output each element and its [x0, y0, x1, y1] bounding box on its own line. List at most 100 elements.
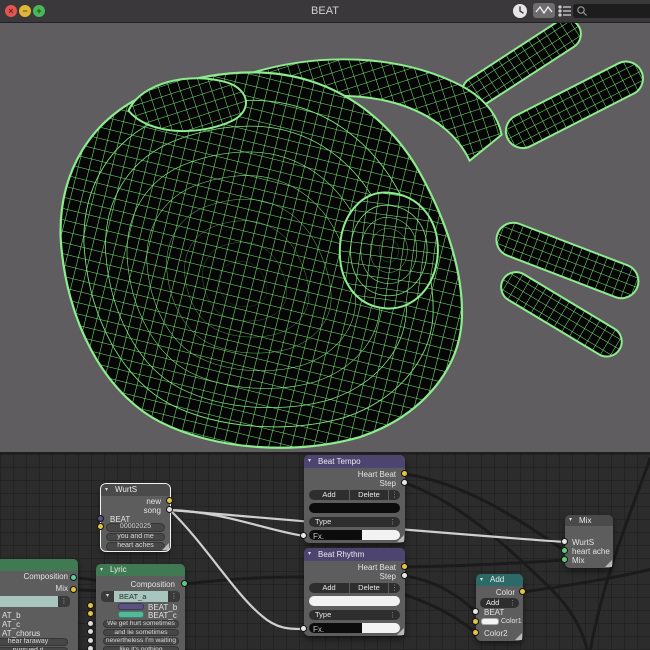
socket-lyric-beatb-in[interactable] [87, 602, 94, 609]
socket-mix-mix-in[interactable] [561, 556, 568, 563]
node-beat-tempo-header[interactable]: ▾ Beat Tempo [304, 455, 405, 468]
fx-label: Fx. [313, 532, 325, 541]
socket-tempo-fx-in[interactable] [300, 532, 307, 539]
type-dropdown[interactable]: Type [309, 517, 400, 527]
socket-rhythm-step-out[interactable] [401, 572, 408, 579]
socket-lyric-line-in[interactable] [87, 620, 94, 627]
node-wurts-header[interactable]: ▾ WurtS [101, 484, 170, 496]
input-label: BEAT [484, 608, 505, 617]
resize-grip[interactable] [515, 633, 522, 640]
output-label: Heart Beat [357, 470, 396, 479]
signal-toggle[interactable] [533, 3, 555, 18]
socket-tempo-step-out[interactable] [401, 479, 408, 486]
collapse-icon[interactable]: ▾ [105, 484, 108, 496]
output-label: Step [379, 572, 396, 581]
node-beat-rhythm[interactable]: ▾ Beat Rhythm Heart Beat Step Add Delete… [304, 548, 405, 636]
dropdown-arrow-icon: ⋮ [509, 600, 516, 607]
value-pill[interactable]: heart aches [106, 542, 165, 551]
add-button[interactable]: Add [309, 490, 349, 500]
lyric-value-pill[interactable]: and lie sometimes [103, 628, 179, 636]
socket-mix-wurts-in[interactable] [561, 538, 568, 545]
socket-lyric-beatc-in[interactable] [87, 610, 94, 617]
left-atrium [127, 77, 248, 133]
collapse-icon[interactable]: ▾ [480, 574, 483, 586]
split-bar-light[interactable] [362, 623, 400, 633]
selector-menu-icon[interactable]: ⋮ [168, 591, 180, 602]
node-wurts[interactable]: ▾ WurtS new song BEAT 00002025 you and m… [100, 483, 171, 552]
value-pill[interactable]: you and me [106, 532, 165, 541]
delete-button[interactable]: Delete [350, 490, 388, 500]
socket-left-composition-out[interactable] [70, 574, 77, 581]
socket-left-mix-out[interactable] [70, 586, 77, 593]
socket-lyric-line-in[interactable] [87, 628, 94, 635]
node-beat-tempo[interactable]: ▾ Beat Tempo Heart Beat Step Add Delete … [304, 455, 405, 543]
sequence-bar[interactable] [309, 596, 400, 606]
menu-dots-icon[interactable]: ⋮ [389, 490, 400, 500]
waveform-icon [535, 5, 553, 15]
collapse-icon[interactable]: ▾ [308, 455, 311, 468]
node-add[interactable]: ▾ Add Color Add ⋮ BEAT Color1 Color2 [476, 574, 523, 641]
lyric-selector-field[interactable]: BEAT_a [114, 591, 173, 602]
collapse-icon[interactable]: ▾ [308, 548, 311, 561]
socket-lyric-composition-out[interactable] [181, 580, 188, 587]
node-mix-header[interactable]: ▾ Mix [565, 515, 613, 526]
resize-grip[interactable] [397, 535, 404, 542]
socket-wurts-beat-in[interactable] [97, 515, 104, 522]
resize-grip[interactable] [162, 543, 169, 550]
lyric-value-pill[interactable]: nevertheless I'm waiting [103, 637, 179, 645]
socket-add-beat-in[interactable] [472, 608, 479, 615]
lyric-value-pill[interactable]: We get hurt sometimes [103, 620, 179, 628]
input-label: heart ache [572, 547, 610, 556]
socket-add-color-out[interactable] [519, 588, 526, 595]
socket-wurts-new-out[interactable] [166, 497, 173, 504]
lyric-value-pill[interactable]: like it's nothing [103, 645, 179, 650]
collapse-icon[interactable]: ▾ [100, 564, 103, 576]
output-label: Heart Beat [357, 563, 396, 572]
node-title: Lyric [110, 565, 127, 574]
menu-dots-icon[interactable]: ⋮ [389, 583, 400, 593]
add-button[interactable]: Add [309, 583, 349, 593]
wire-rhythm-step-to-add[interactable] [403, 574, 478, 614]
socket-wurts-value-in[interactable] [97, 523, 104, 530]
node-left-partial[interactable]: Composition Mix ⋮ AT_b AT_c AT_chorus he… [0, 559, 78, 650]
node-add-header[interactable]: ▾ Add [476, 574, 523, 586]
node-mix[interactable]: ▾ Mix WurtS heart ache Mix [565, 515, 613, 568]
socket-tempo-heartbeat-out[interactable] [401, 470, 408, 477]
resize-grip[interactable] [397, 628, 404, 635]
delete-button[interactable]: Delete [350, 583, 388, 593]
node-editor[interactable]: Composition Mix ⋮ AT_b AT_c AT_chorus he… [0, 452, 650, 650]
socket-rhythm-heartbeat-out[interactable] [401, 563, 408, 570]
node-title: Add [490, 575, 505, 584]
socket-mix-heartache-in[interactable] [561, 547, 568, 554]
node-beat-rhythm-header[interactable]: ▾ Beat Rhythm [304, 548, 405, 561]
socket-rhythm-fx-in[interactable] [300, 625, 307, 632]
selector-menu-icon[interactable]: ⋮ [58, 596, 70, 607]
viewport-3d[interactable] [0, 23, 650, 452]
wire-rhythm-heartbeat-to-mix[interactable] [403, 558, 567, 569]
list-icon[interactable] [558, 3, 572, 19]
lyric-selector-field[interactable] [0, 596, 61, 607]
input-label: WurtS [572, 538, 595, 547]
output-label: new [146, 497, 161, 506]
type-dropdown[interactable]: Type [309, 610, 400, 620]
sequence-bar[interactable] [309, 503, 400, 513]
node-left-header[interactable] [0, 559, 78, 571]
split-bar-light[interactable] [362, 530, 400, 540]
node-lyric-header[interactable]: ▾ Lyric [96, 564, 185, 576]
socket-wurts-song-out[interactable] [166, 506, 173, 513]
wire-song-to-rhythm-fx[interactable] [168, 508, 306, 631]
value-pill[interactable]: 00002025 [106, 523, 165, 532]
beat-c-color-swatch[interactable] [118, 611, 144, 618]
collapse-icon[interactable]: ▾ [569, 515, 572, 526]
socket-add-color2-in[interactable] [472, 629, 479, 636]
selector-dropdown-icon[interactable]: ▾ [101, 591, 114, 602]
beat-b-color-swatch[interactable] [118, 603, 144, 610]
clock-icon[interactable] [512, 3, 528, 19]
resize-grip[interactable] [605, 560, 612, 567]
socket-add-color1-in[interactable] [472, 618, 479, 625]
socket-lyric-line-in[interactable] [87, 637, 94, 644]
lyric-value-pill[interactable]: hear faraway [0, 638, 68, 646]
node-lyric[interactable]: ▾ Lyric Composition ▾ BEAT_a ⋮ BEAT_b BE… [96, 564, 185, 650]
color1-swatch[interactable] [481, 618, 499, 625]
socket-lyric-line-in[interactable] [87, 645, 94, 650]
